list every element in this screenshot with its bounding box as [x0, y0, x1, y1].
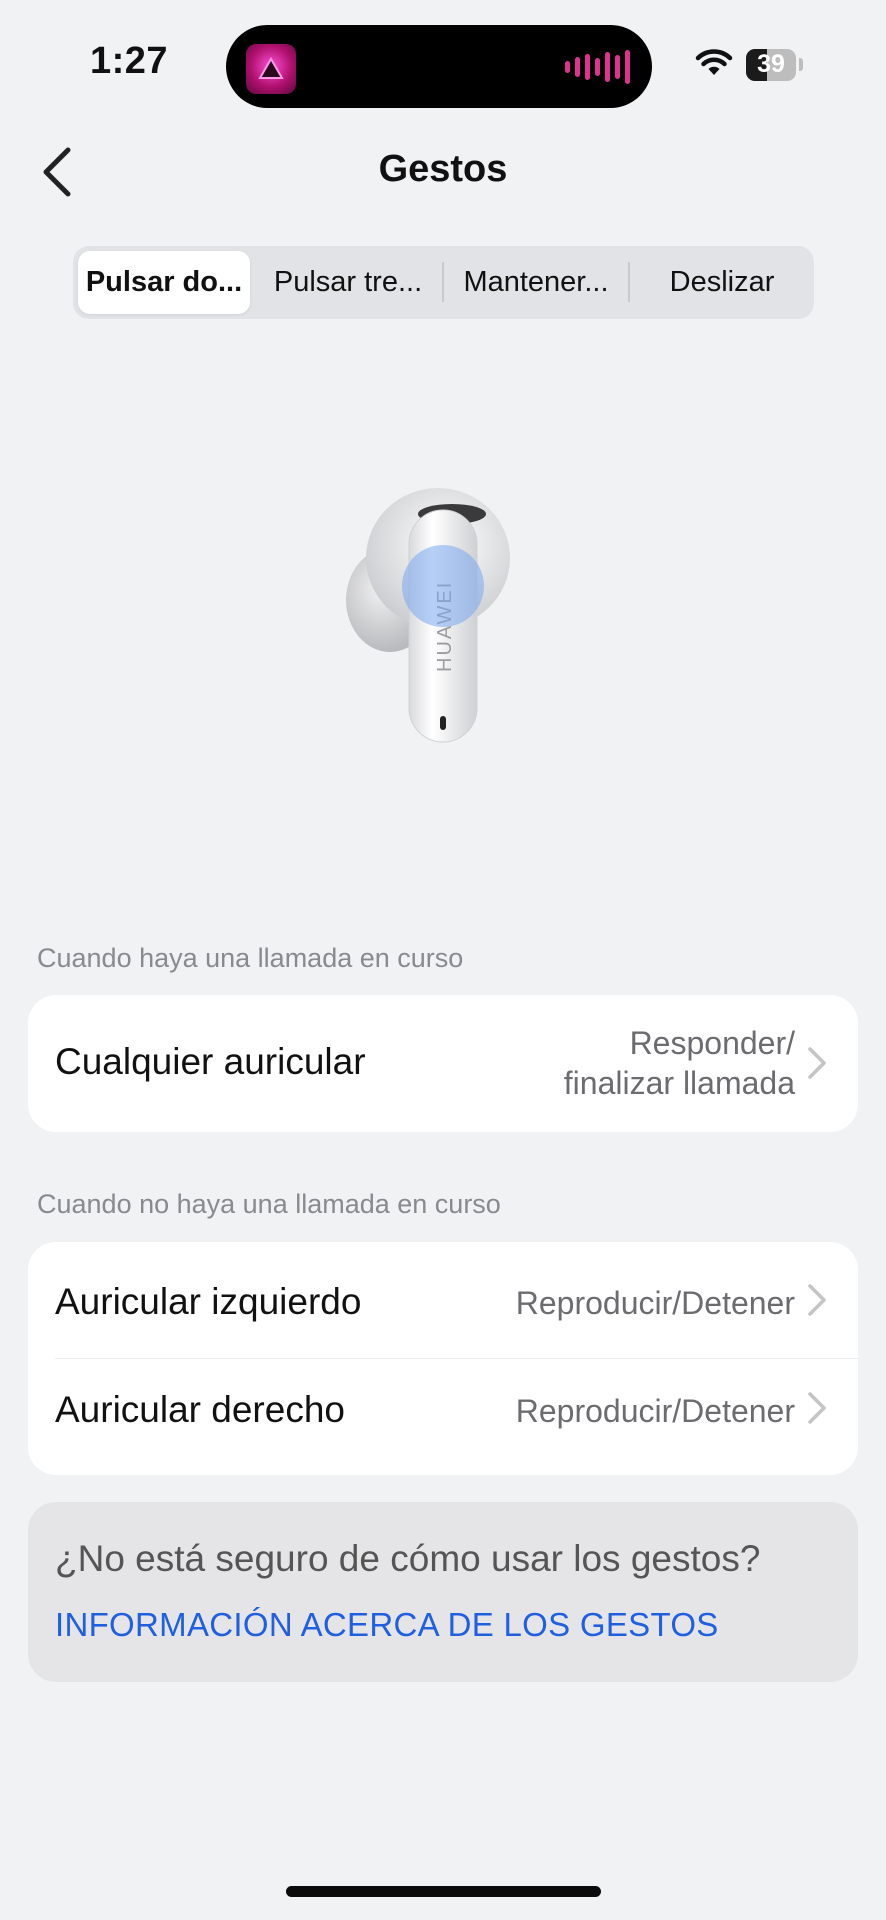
tab-triple-tap[interactable]: Pulsar tre...	[255, 246, 441, 319]
no-call-settings-card: Auricular izquierdo Reproducir/Detener A…	[28, 1242, 858, 1475]
earbud-illustration: HUAWEI	[346, 488, 510, 743]
gesture-help-card: ¿No está seguro de cómo usar los gestos?…	[28, 1502, 858, 1682]
row-left-earbud[interactable]: Auricular izquierdo Reproducir/Detener	[28, 1242, 858, 1358]
now-playing-app-icon	[246, 44, 296, 94]
home-indicator[interactable]	[286, 1886, 601, 1897]
call-settings-card: Cualquier auricular Responder/ finalizar…	[28, 995, 858, 1132]
chevron-right-icon	[808, 1047, 826, 1079]
chevron-right-icon	[808, 1284, 826, 1316]
battery-icon: 39	[746, 49, 796, 81]
section-label-no-call: Cuando no haya una llamada en curso	[37, 1189, 501, 1219]
chevron-right-icon	[808, 1392, 826, 1424]
page-title: Gestos	[378, 148, 508, 190]
tap-indicator	[402, 545, 484, 627]
dynamic-island[interactable]	[226, 25, 652, 108]
row-value-line1: Responder/	[629, 1025, 795, 1061]
row-label: Auricular izquierdo	[55, 1281, 362, 1322]
row-label: Auricular derecho	[55, 1389, 345, 1430]
battery-tip	[799, 58, 803, 71]
wifi-icon	[695, 49, 733, 75]
row-value: Reproducir/Detener	[515, 1285, 795, 1321]
status-time: 1:27	[90, 40, 169, 82]
row-value-line2: finalizar llamada	[563, 1065, 795, 1101]
row-right-earbud[interactable]: Auricular derecho Reproducir/Detener	[28, 1359, 858, 1475]
tab-double-tap[interactable]: Pulsar do...	[78, 251, 250, 314]
gesture-tabs: Pulsar do... Pulsar tre... Mantener... D…	[73, 246, 814, 319]
audio-waveform-icon	[565, 49, 630, 85]
tab-swipe[interactable]: Deslizar	[630, 246, 814, 319]
row-label: Cualquier auricular	[55, 1041, 366, 1082]
row-any-earbud[interactable]: Cualquier auricular Responder/ finalizar…	[28, 995, 858, 1132]
help-question: ¿No está seguro de cómo usar los gestos?	[55, 1538, 761, 1579]
gesture-info-link[interactable]: INFORMACIÓN ACERCA DE LOS GESTOS	[55, 1606, 719, 1644]
battery-level: 39	[757, 50, 785, 78]
row-value: Reproducir/Detener	[515, 1393, 795, 1429]
tab-press-hold[interactable]: Mantener...	[444, 246, 628, 319]
section-label-call: Cuando haya una llamada en curso	[37, 943, 464, 973]
